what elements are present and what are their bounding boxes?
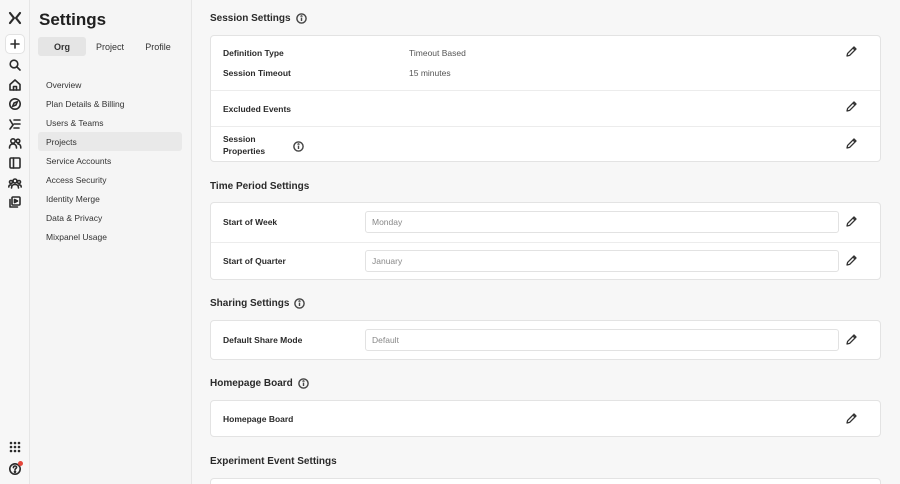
default-share-mode-field[interactable]: Default bbox=[365, 329, 839, 351]
definition-type-label: Definition Type bbox=[223, 48, 284, 58]
page-title: Settings bbox=[39, 10, 107, 29]
edit-pencil-icon[interactable] bbox=[845, 412, 859, 426]
homepage-board-heading: Homepage Board bbox=[210, 378, 309, 389]
default-share-mode-row: Default Share Mode Default bbox=[211, 321, 880, 361]
experiment-event-title: Experiment Event Settings bbox=[210, 456, 337, 467]
info-icon[interactable] bbox=[295, 13, 307, 24]
nav-item-data-privacy[interactable]: Data & Privacy bbox=[38, 208, 182, 227]
start-of-quarter-row: Start of Quarter January bbox=[211, 242, 880, 280]
info-icon[interactable] bbox=[297, 378, 309, 389]
edit-pencil-icon[interactable] bbox=[845, 254, 859, 268]
start-of-week-row: Start of Week Monday bbox=[211, 203, 880, 242]
homepage-board-label: Homepage Board bbox=[223, 414, 294, 424]
session-properties-label-line1: Session bbox=[223, 134, 256, 144]
users-icon[interactable] bbox=[6, 134, 24, 152]
default-share-mode-label: Default Share Mode bbox=[223, 335, 303, 345]
logo-icon[interactable] bbox=[6, 9, 24, 27]
session-properties-label-line2: Properties bbox=[223, 146, 266, 156]
session-timeout-value: 15 minutes bbox=[409, 68, 451, 78]
home-icon[interactable] bbox=[6, 76, 24, 94]
notification-dot bbox=[18, 461, 23, 466]
main-content: Session Settings Definition Type Timeout… bbox=[192, 0, 900, 484]
search-icon[interactable] bbox=[6, 56, 24, 74]
start-of-quarter-label: Start of Quarter bbox=[223, 256, 286, 266]
edit-pencil-icon[interactable] bbox=[845, 100, 859, 114]
sharing-settings-heading: Sharing Settings bbox=[210, 298, 306, 309]
edit-pencil-icon[interactable] bbox=[845, 45, 859, 59]
start-of-week-label: Start of Week bbox=[223, 217, 278, 227]
session-settings-heading: Session Settings bbox=[210, 13, 307, 24]
session-settings-title: Session Settings bbox=[210, 13, 291, 24]
experiment-event-card bbox=[210, 478, 881, 484]
nav-item-projects[interactable]: Projects bbox=[38, 132, 182, 151]
nav-item-users-teams[interactable]: Users & Teams bbox=[38, 113, 182, 132]
definition-type-value: Timeout Based bbox=[409, 48, 466, 58]
icon-rail bbox=[0, 0, 30, 484]
nav-item-service-accounts[interactable]: Service Accounts bbox=[38, 151, 182, 170]
session-timeout-label: Session Timeout bbox=[223, 68, 291, 78]
sharing-settings-card: Default Share Mode Default bbox=[210, 320, 881, 360]
start-of-quarter-field[interactable]: January bbox=[365, 250, 839, 272]
experiment-event-heading: Experiment Event Settings bbox=[210, 456, 337, 467]
sharing-settings-title: Sharing Settings bbox=[210, 298, 290, 309]
teams-icon[interactable] bbox=[6, 174, 24, 192]
nav-item-plan-details-billing[interactable]: Plan Details & Billing bbox=[38, 94, 182, 113]
settings-nav-list: Overview Plan Details & Billing Users & … bbox=[38, 75, 182, 246]
start-of-week-field[interactable]: Monday bbox=[365, 211, 839, 233]
session-settings-card: Definition Type Timeout Based Session Ti… bbox=[210, 35, 881, 162]
time-period-heading: Time Period Settings bbox=[210, 181, 309, 192]
plus-icon[interactable] bbox=[6, 35, 24, 53]
tab-org[interactable]: Org bbox=[38, 37, 86, 56]
homepage-board-row: Homepage Board bbox=[211, 401, 880, 438]
time-period-card: Start of Week Monday Start of Quarter Ja… bbox=[210, 202, 881, 280]
boards-icon[interactable] bbox=[6, 154, 24, 172]
nav-item-overview[interactable]: Overview bbox=[38, 75, 182, 94]
excluded-events-label: Excluded Events bbox=[223, 104, 292, 114]
help-icon[interactable] bbox=[6, 460, 24, 478]
excluded-events-row: Excluded Events bbox=[211, 90, 880, 126]
lab-icon[interactable] bbox=[6, 115, 24, 133]
edit-pencil-icon[interactable] bbox=[845, 215, 859, 229]
tab-profile[interactable]: Profile bbox=[134, 37, 182, 56]
homepage-board-title: Homepage Board bbox=[210, 378, 293, 389]
session-properties-row: Session Properties bbox=[211, 126, 880, 162]
tab-project[interactable]: Project bbox=[86, 37, 134, 56]
homepage-board-card: Homepage Board bbox=[210, 400, 881, 437]
library-icon[interactable] bbox=[6, 193, 24, 211]
compass-icon[interactable] bbox=[6, 95, 24, 113]
time-period-title: Time Period Settings bbox=[210, 181, 310, 192]
info-icon[interactable] bbox=[294, 298, 306, 309]
info-icon[interactable] bbox=[293, 139, 304, 152]
edit-pencil-icon[interactable] bbox=[845, 333, 859, 347]
edit-pencil-icon[interactable] bbox=[845, 137, 859, 151]
nav-item-identity-merge[interactable]: Identity Merge bbox=[38, 189, 182, 208]
nav-item-mixpanel-usage[interactable]: Mixpanel Usage bbox=[38, 227, 182, 246]
settings-tabs: Org Project Profile bbox=[38, 37, 182, 56]
settings-nav: Settings Org Project Profile Overview Pl… bbox=[30, 0, 192, 484]
session-definition-row: Definition Type Timeout Based Session Ti… bbox=[211, 36, 880, 90]
nav-item-access-security[interactable]: Access Security bbox=[38, 170, 182, 189]
apps-grid-icon[interactable] bbox=[6, 438, 24, 456]
